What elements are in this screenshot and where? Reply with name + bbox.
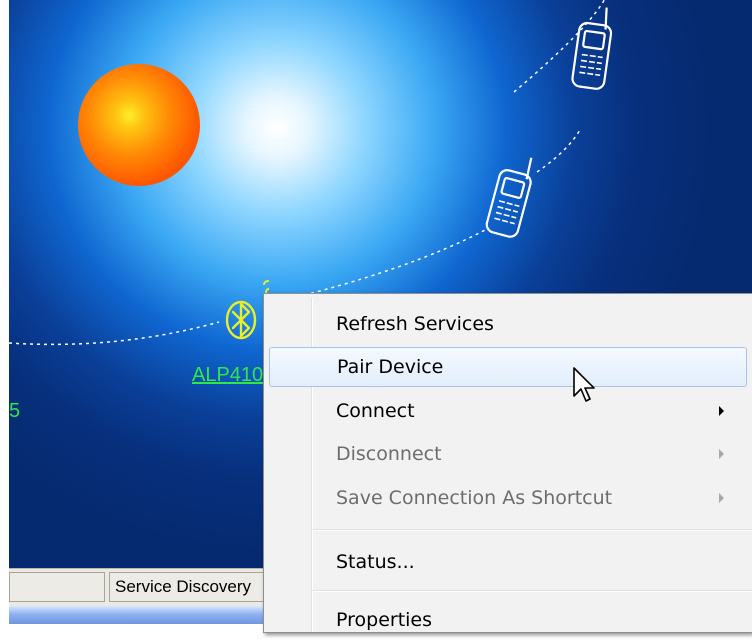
menu-separator: [313, 590, 752, 592]
menu-separator: [313, 529, 752, 531]
menu-item-label: Disconnect: [336, 443, 442, 465]
menu-item-label: Connect: [336, 400, 415, 422]
submenu-arrow-icon: [719, 406, 724, 416]
bluetooth-icon[interactable]: [219, 278, 269, 344]
menu-item-label: Properties: [336, 609, 433, 631]
menu-item-refresh-services[interactable]: Refresh Services: [267, 304, 752, 344]
menu-item-properties[interactable]: Properties: [267, 600, 752, 640]
menu-item-label: Pair Device: [337, 356, 444, 378]
menu-item-pair-device[interactable]: Pair Device: [269, 347, 747, 387]
submenu-arrow-icon: [719, 449, 724, 459]
sun-icon: [78, 64, 200, 186]
status-pane-service-discovery: Service Discovery: [109, 572, 272, 602]
menu-item-label: Status...: [336, 551, 415, 573]
menu-item-save-connection-as-shortcut[interactable]: Save Connection As Shortcut: [267, 478, 752, 518]
menu-item-disconnect[interactable]: Disconnect: [267, 434, 752, 474]
device-name-label-partial[interactable]: 5: [9, 400, 20, 423]
menu-item-status[interactable]: Status...: [267, 542, 752, 582]
menu-item-label: Refresh Services: [336, 313, 494, 335]
device-context-menu: Refresh Services Pair Device Connect Dis…: [263, 293, 752, 633]
submenu-arrow-icon: [719, 493, 724, 503]
device-name-label[interactable]: ALP4100: [192, 364, 267, 387]
window-left-border: [0, 0, 9, 624]
status-pane: [9, 572, 105, 602]
top-device-label[interactable]: [413, 0, 509, 4]
mouse-cursor-icon: [573, 367, 595, 402]
menu-item-connect[interactable]: Connect: [267, 391, 752, 431]
menu-item-label: Save Connection As Shortcut: [336, 487, 613, 509]
